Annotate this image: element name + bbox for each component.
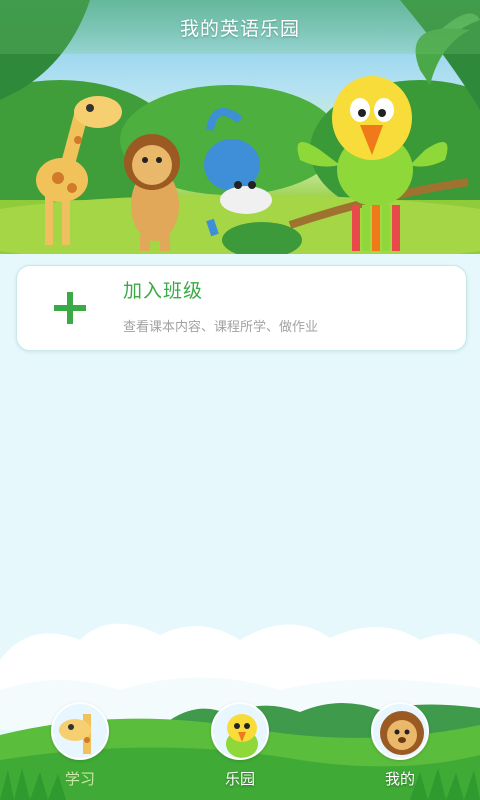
tab-park-label: 乐园 xyxy=(224,770,255,788)
header-banner: 我的英语乐园 xyxy=(0,0,480,254)
plus-icon xyxy=(17,265,123,351)
join-class-title: 加入班级 xyxy=(123,279,204,302)
tab-mine[interactable]: 我的 xyxy=(345,702,455,800)
join-class-subtitle: 查看课本内容、课程所学、做作业 xyxy=(123,319,319,335)
tab-park[interactable]: 乐园 xyxy=(185,702,295,800)
tab-mine-label: 我的 xyxy=(384,770,415,788)
giraffe-avatar-icon xyxy=(51,702,109,760)
lion-avatar-icon xyxy=(371,702,429,760)
join-class-card[interactable]: 加入班级 查看课本内容、课程所学、做作业 xyxy=(16,265,467,351)
title-bar: 我的英语乐园 xyxy=(0,0,480,54)
parrot-avatar-icon xyxy=(211,702,269,760)
page-title: 我的英语乐园 xyxy=(179,17,300,40)
tab-study-label: 学习 xyxy=(64,770,95,788)
tab-study[interactable]: 学习 xyxy=(25,702,135,800)
